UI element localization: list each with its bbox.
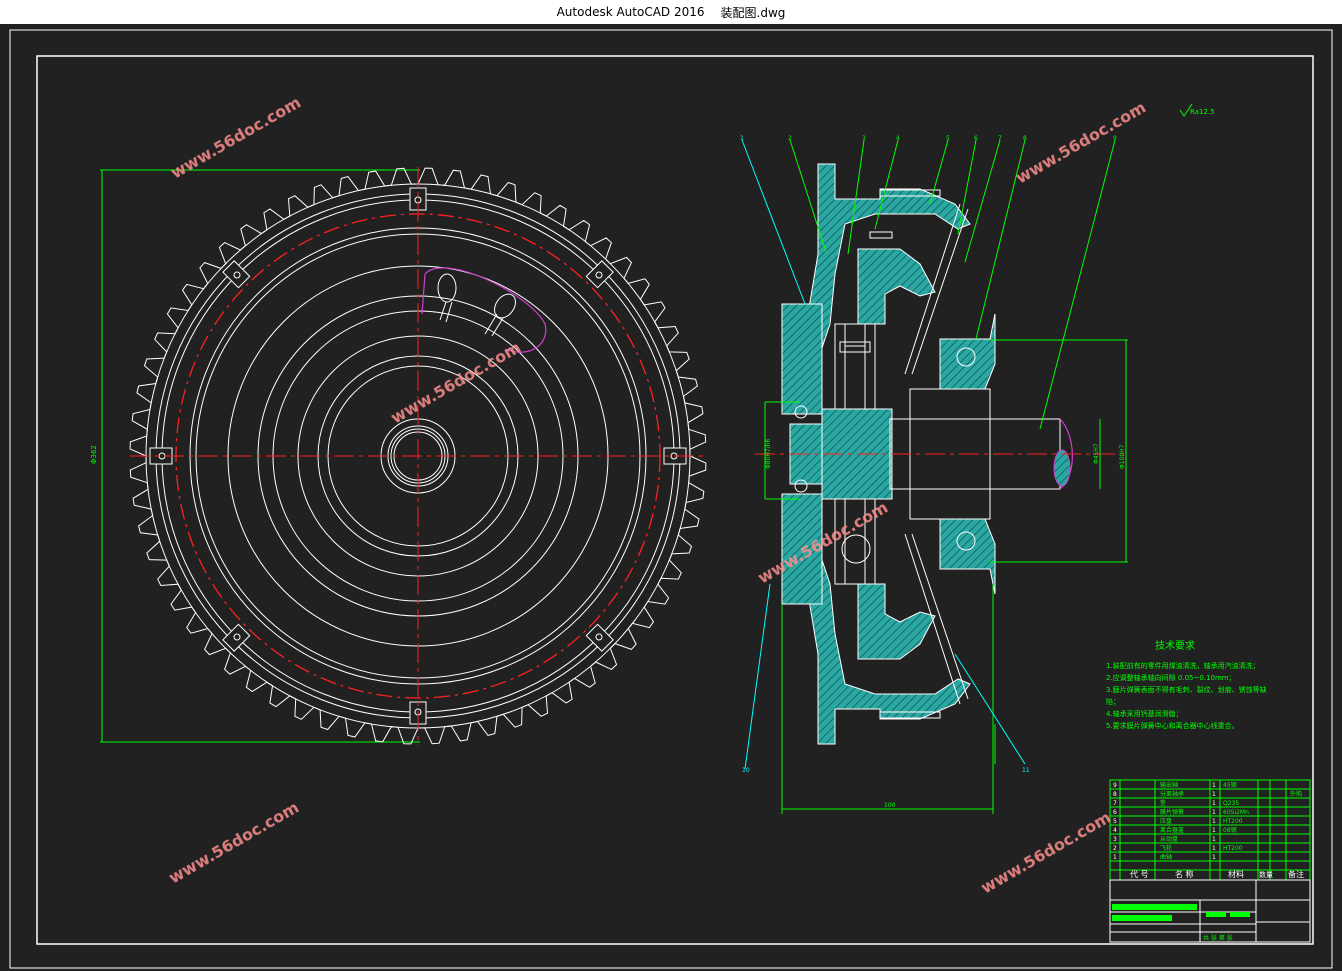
bom-row-index: 9 [1113,782,1117,789]
bom-row-qty: 1 [1212,836,1216,843]
bom-header-qty: 数量 [1259,870,1273,879]
bolt-pad [222,623,251,652]
balloon-7: 7 [998,135,1002,142]
bom-row-name: 压盘 [1160,817,1172,825]
bom-row-name: 垫 [1160,799,1166,807]
svg-text:www.56doc.com: www.56doc.com [166,798,303,888]
bolt-pad [585,623,614,652]
svg-text:www.56doc.com: www.56doc.com [978,808,1115,898]
bom-row-qty: 1 [1212,800,1216,807]
bom-row-qty: 1 [1212,854,1216,861]
bom-row-name: 从动盘 [1160,835,1178,843]
bom-row-note: 外购 [1290,790,1302,798]
surface-finish: Ra12.5 [1190,108,1215,116]
tech-item-1: 1.装配前有的零件用煤油清洗，轴承用汽油清洗； [1106,661,1260,670]
tech-requirements: 技术要求 1.装配前有的零件用煤油清洗，轴承用汽油清洗； 2.应调整轴承轴向间隙… [1106,639,1267,730]
balloon-6: 6 [974,135,978,142]
drawing-canvas[interactable]: Φ362 100 Φ80H7/h6 Φ45H7 Φ100H7 1 2 3 4 5… [0,24,1342,971]
bom-row-index: 3 [1113,836,1117,843]
bom-row-index: 7 [1113,800,1117,807]
bom-row-material: 08钢 [1223,826,1237,834]
bom-header-material: 材料 [1228,869,1244,879]
tech-title: 技术要求 [1155,639,1195,652]
balloon-2: 2 [788,135,792,142]
balloon-11: 11 [1022,767,1030,774]
balloon-5: 5 [946,135,950,142]
inner-frame [36,55,1314,945]
bom-row-qty: 1 [1212,791,1216,798]
bom-row-name: 膜片弹簧 [1160,808,1184,816]
bom-header-name: 名 称 [1175,869,1194,879]
section-width-dim: 100 [884,802,896,809]
bom-row-qty: 1 [1212,827,1216,834]
front-diameter-dim: Φ362 [90,445,98,464]
tech-item-2: 2.应调整轴承轴向间隙 0.05~0.10mm； [1106,673,1236,682]
bolt-pad [585,260,614,289]
tech-item-4: 陷； [1106,697,1120,706]
bom-header-code: 代 号 [1130,869,1149,879]
bom-row-index: 1 [1113,854,1117,861]
bom-row-name: 离合器盖 [1160,826,1184,834]
svg-text:www.56doc.com: www.56doc.com [168,93,305,183]
tech-item-3: 3.膜片弹簧表面不得有毛刺、裂纹、划痕、锈蚀等缺 [1106,685,1267,694]
balloon-4: 4 [896,135,900,142]
cad-drawing[interactable]: Φ362 100 Φ80H7/h6 Φ45H7 Φ100H7 1 2 3 4 5… [0,24,1342,971]
balloon-8: 8 [1023,135,1027,142]
right-bore-dim: Φ100H7 [1119,444,1126,469]
bom-row-index: 2 [1113,845,1117,852]
balloon-9: 9 [1113,135,1117,142]
bom-row-index: 6 [1113,809,1117,816]
front-view: Φ362 [90,167,707,746]
bom-row-qty: 1 [1212,809,1216,816]
bom-row-material: 45钢 [1223,781,1237,789]
bom-row-material: HT200 [1223,845,1243,852]
bom-row-material: Q235 [1223,800,1239,807]
bom-table: 9 输出轴 45钢18 分离轴承 1 外购7 垫 Q23516 膜片弹簧 60Si2Mn15 压盘 H… [1109,779,1311,943]
bom-row-name: 输出轴 [1160,781,1178,789]
window-title-bar: Autodesk AutoCAD 2016 装配图.dwg [0,0,1342,24]
balloon-3: 3 [862,135,866,142]
bom-row-name: 曲轴 [1160,853,1172,861]
bom-row-name: 飞轮 [1160,844,1172,852]
tech-item-5: 4.轴承采用钙基润滑脂； [1106,709,1183,718]
bom-row-material: 60Si2Mn [1223,809,1249,816]
shaft-dim: Φ45H7 [1093,443,1100,464]
bom-row-index: 4 [1113,827,1117,834]
bom-row-material: HT200 [1223,818,1243,825]
balloon-1: 1 [740,135,744,142]
svg-text:www.56doc.com: www.56doc.com [1013,98,1150,188]
bom-row-qty: 1 [1212,782,1216,789]
file-name: 装配图.dwg [720,5,786,20]
title-block-sheet: 共 张 第 张 [1203,934,1233,942]
bom-row-name: 分离轴承 [1160,790,1184,798]
bom-header-note: 备注 [1288,869,1304,879]
bom-row-qty: 1 [1212,818,1216,825]
bom-row-index: 8 [1113,791,1117,798]
bolt-pad [222,260,251,289]
bom-row-qty: 1 [1212,845,1216,852]
balloon-10: 10 [742,767,750,774]
app-title: Autodesk AutoCAD 2016 [556,5,705,19]
svg-text:www.56doc.com: www.56doc.com [388,338,525,428]
outer-frame [9,29,1333,969]
section-view: 100 Φ80H7/h6 Φ45H7 Φ100H7 1 2 3 4 5 6 7 … [740,103,1215,814]
tech-item-6: 5.要求膜片弹簧中心和离合器中心线重合。 [1106,721,1239,730]
bore-left-dim: Φ80H7/h6 [765,438,772,469]
